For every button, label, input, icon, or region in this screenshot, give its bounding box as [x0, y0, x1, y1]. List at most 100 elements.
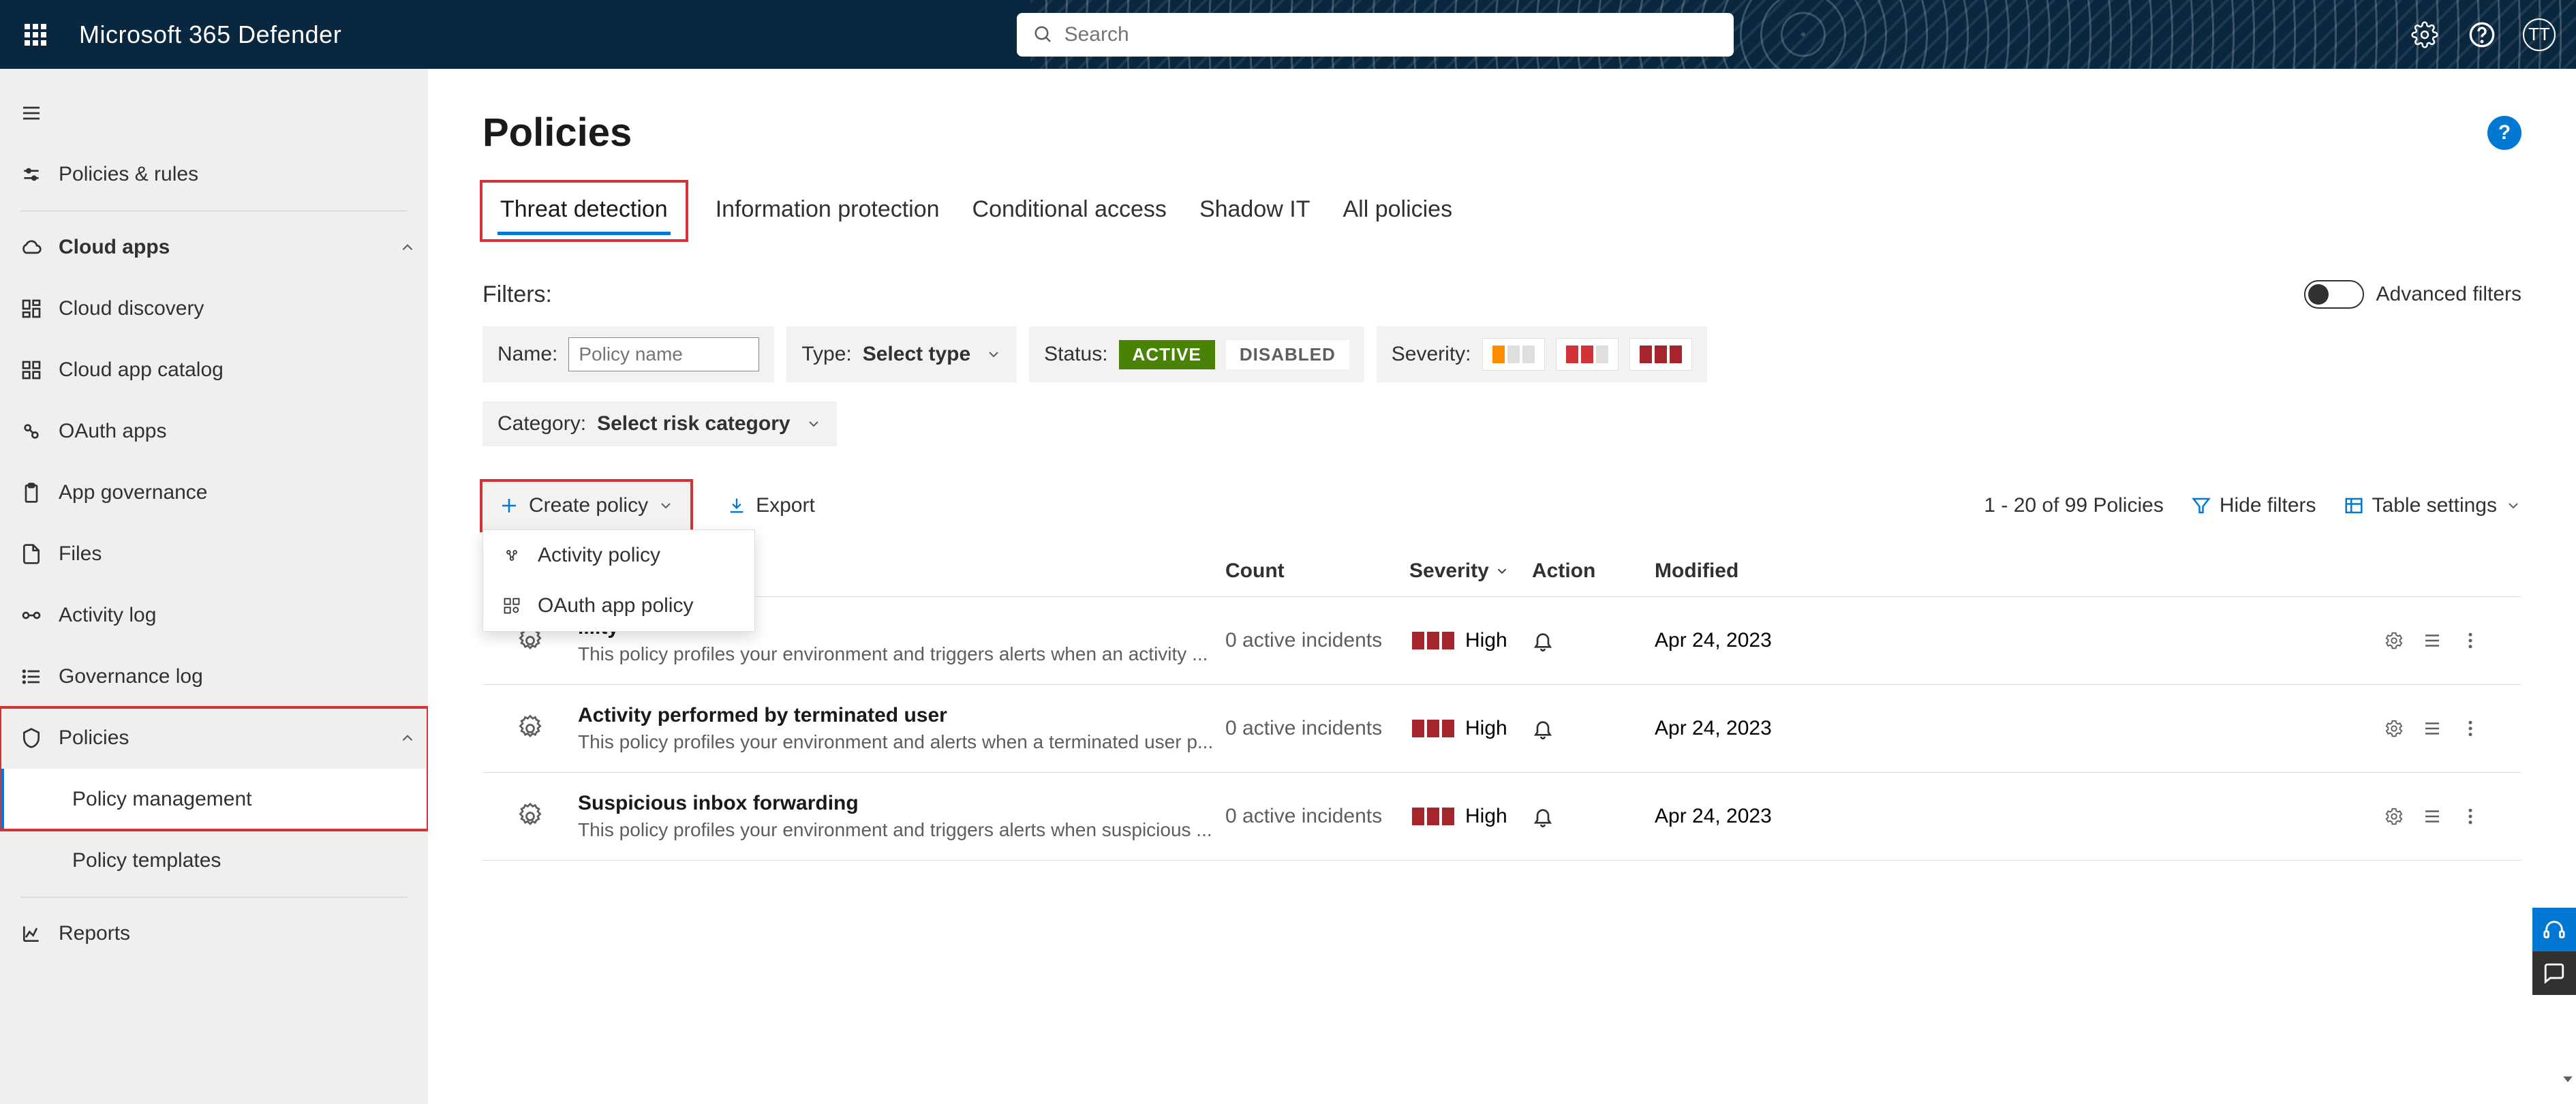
sidebar-item-label: Governance log: [59, 665, 428, 688]
sidebar-item-policy-management[interactable]: Policy management: [0, 769, 428, 830]
col-modified[interactable]: Modified: [1655, 559, 1886, 583]
filter-category[interactable]: Category: Select risk category: [482, 401, 837, 446]
sidebar: Policies & rules Cloud apps Cloud discover…: [0, 69, 428, 1104]
chevron-down-icon: [806, 416, 822, 432]
filter-type-label: Type:: [801, 343, 851, 366]
row-modified: Apr 24, 2023: [1655, 629, 1886, 652]
table-row: Suspicious inbox forwarding This policy p…: [482, 773, 2521, 861]
waffle-icon: [25, 24, 46, 46]
filter-name-input[interactable]: [568, 337, 759, 371]
severity-high-button[interactable]: [1629, 338, 1692, 371]
row-modified: Apr 24, 2023: [1655, 717, 1886, 740]
sidebar-item-hamburger[interactable]: [0, 82, 428, 144]
col-action[interactable]: Action: [1532, 559, 1655, 583]
oauth-app-policy-icon: [502, 596, 527, 615]
sidebar-item-cloud-app-catalog[interactable]: Cloud app catalog: [0, 339, 428, 401]
severity-low-button[interactable]: [1482, 338, 1545, 371]
sidebar-item-label: Cloud apps: [59, 236, 387, 259]
row-more-button[interactable]: [2460, 718, 2481, 739]
row-settings-button[interactable]: [2384, 718, 2404, 739]
row-description: This policy profiles your environment an…: [578, 731, 1225, 753]
dropdown-item-oauth-app-policy[interactable]: OAuth app policy: [483, 581, 754, 631]
feedback-button[interactable]: [2532, 951, 2576, 995]
advanced-filters-label: Advanced filters: [2376, 283, 2521, 306]
row-action: [1532, 630, 1655, 651]
chevron-up-icon: [387, 729, 428, 747]
sidebar-item-label: Policy templates: [72, 849, 428, 872]
row-settings-button[interactable]: [2384, 630, 2404, 651]
sidebar-item-label: Cloud discovery: [59, 297, 428, 320]
menu-icon: [20, 102, 59, 124]
col-severity[interactable]: Severity: [1409, 559, 1532, 583]
sidebar-item-oauth-apps[interactable]: OAuth apps: [0, 401, 428, 462]
status-disabled-badge[interactable]: DISABLED: [1226, 340, 1349, 369]
filter-status-label: Status:: [1044, 343, 1107, 366]
hide-filters-button[interactable]: Hide filters: [2191, 494, 2316, 517]
row-more-button[interactable]: [2460, 630, 2481, 651]
row-severity: High: [1409, 717, 1532, 740]
advanced-filters-toggle[interactable]: [2304, 280, 2364, 309]
table-settings-button[interactable]: Table settings: [2344, 494, 2521, 517]
filter-status: Status: ACTIVE DISABLED: [1029, 326, 1364, 382]
settings-button[interactable]: [2408, 18, 2441, 51]
help-button[interactable]: [2466, 18, 2498, 51]
sliders-icon: [20, 164, 59, 185]
row-list-button[interactable]: [2422, 630, 2442, 651]
row-settings-button[interactable]: [2384, 806, 2404, 827]
row-title[interactable]: Suspicious inbox forwarding: [578, 792, 1225, 815]
dropdown-item-activity-policy[interactable]: Activity policy: [483, 530, 754, 581]
sidebar-item-files[interactable]: Files: [0, 523, 428, 585]
header: Microsoft 365 Defender TT: [0, 0, 2576, 69]
row-more-button[interactable]: [2460, 806, 2481, 827]
row-title[interactable]: Activity performed by terminated user: [578, 704, 1225, 727]
main-content: Policies ? Threat detectionInformation p…: [428, 69, 2576, 1104]
status-active-badge[interactable]: ACTIVE: [1119, 340, 1215, 369]
row-description: This policy profiles your environment an…: [578, 643, 1225, 665]
results-count: 1 - 20 of 99 Policies: [1984, 494, 2163, 517]
sidebar-item-governance-log[interactable]: Governance log: [0, 646, 428, 707]
tab-shadow-it[interactable]: Shadow IT: [1197, 183, 1313, 239]
export-label: Export: [756, 494, 815, 517]
row-count: 0 active incidents: [1225, 717, 1409, 740]
tab-threat-detection[interactable]: Threat detection: [497, 187, 671, 235]
chart-icon: [20, 923, 59, 945]
headset-button[interactable]: [2532, 908, 2576, 951]
sidebar-item-activity-log[interactable]: Activity log: [0, 585, 428, 646]
row-description: This policy profiles your environment an…: [578, 819, 1225, 841]
sidebar-item-policy-templates[interactable]: Policy templates: [0, 830, 428, 891]
chevron-down-icon: [658, 497, 674, 514]
sidebar-item-cloud-apps[interactable]: Cloud apps: [0, 217, 428, 278]
row-type-icon: [482, 714, 578, 743]
sidebar-item-policies[interactable]: Policies: [0, 707, 428, 769]
table-settings-label: Table settings: [2372, 494, 2497, 517]
row-list-button[interactable]: [2422, 806, 2442, 827]
app-launcher[interactable]: [16, 16, 55, 54]
tab-info-protection[interactable]: Information protection: [713, 183, 942, 239]
gear-icon: [2411, 21, 2438, 48]
sidebar-item-app-governance[interactable]: App governance: [0, 462, 428, 523]
sidebar-item-policies-rules[interactable]: Policies & rules: [0, 144, 428, 205]
tab-all-policies[interactable]: All policies: [1340, 183, 1455, 239]
row-list-button[interactable]: [2422, 718, 2442, 739]
search-box[interactable]: [1017, 13, 1734, 57]
table-row: Activity performed by terminated user Thi…: [482, 685, 2521, 773]
row-count: 0 active incidents: [1225, 805, 1409, 828]
chat-icon: [2543, 962, 2566, 985]
search-input[interactable]: [1064, 23, 1717, 46]
severity-medium-button[interactable]: [1556, 338, 1619, 371]
sidebar-item-cloud-discovery[interactable]: Cloud discovery: [0, 278, 428, 339]
download-icon: [727, 496, 746, 515]
filter-type-value: Select type: [863, 343, 970, 366]
create-policy-button[interactable]: Create policy Activity policyOAuth app p…: [482, 482, 690, 530]
col-count[interactable]: Count: [1225, 559, 1409, 583]
filter-type[interactable]: Type: Select type: [786, 326, 1017, 382]
user-avatar[interactable]: TT: [2523, 18, 2556, 51]
page-help-button[interactable]: ?: [2487, 116, 2521, 150]
row-count: 0 active incidents: [1225, 629, 1409, 652]
table-row: ...ityThis policy profiles your environm…: [482, 597, 2521, 685]
tab-conditional-access[interactable]: Conditional access: [970, 183, 1169, 239]
scroll-down-indicator[interactable]: [2560, 1054, 2576, 1104]
sidebar-item-reports[interactable]: Reports: [0, 903, 428, 964]
export-button[interactable]: Export: [711, 482, 831, 530]
link-icon: [20, 420, 59, 442]
